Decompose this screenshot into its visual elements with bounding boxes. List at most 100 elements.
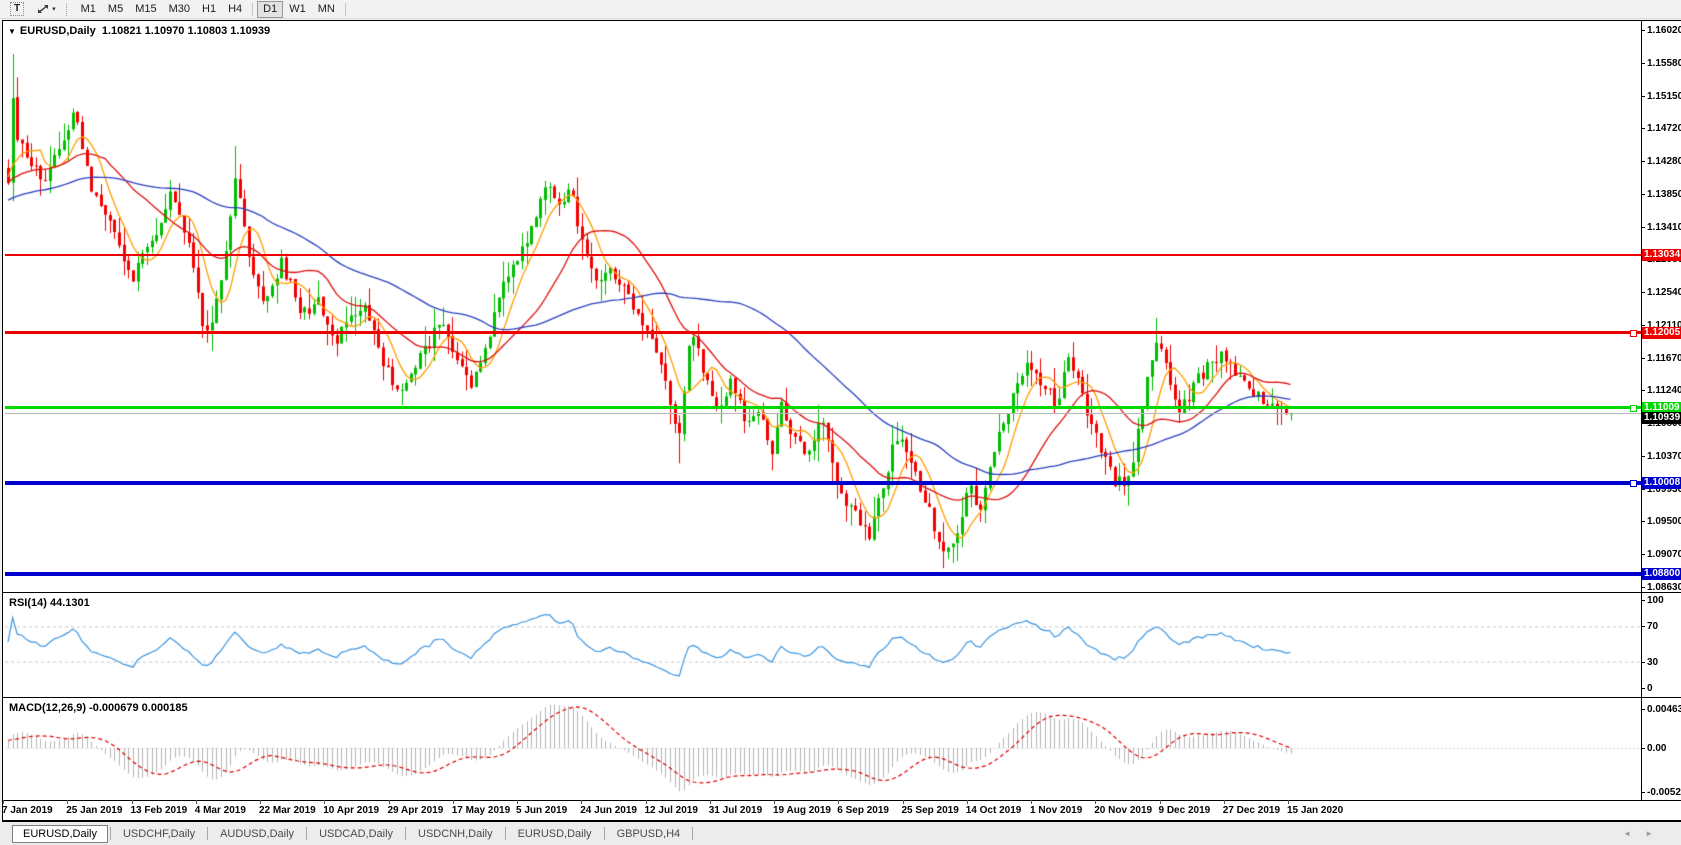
price-badge-1.08800: 1.08800	[1642, 568, 1681, 581]
date-tick	[452, 800, 454, 804]
price-tick-label: 1.11240	[1647, 385, 1681, 397]
tab-separator	[504, 827, 506, 840]
price-chart-canvas[interactable]	[5, 22, 1641, 800]
tab-separator	[207, 827, 209, 840]
price-badge-1.12005: 1.12005	[1642, 326, 1681, 339]
chart-frame-left	[2, 20, 3, 821]
date-tick	[1288, 800, 1289, 804]
hline-1.10008[interactable]	[5, 481, 1641, 485]
macd-tick	[1641, 748, 1645, 749]
date-tick	[1031, 800, 1032, 804]
hline-handle-1.12005[interactable]	[1630, 329, 1637, 337]
macd-tick-label: 0.00463	[1647, 704, 1681, 716]
date-axis-label: 25 Sep 2019	[901, 805, 959, 816]
price-tick	[1641, 30, 1645, 31]
tab-usdcad-daily[interactable]: USDCAD,Daily	[309, 826, 403, 842]
tf-m30-button[interactable]: M30	[163, 1, 196, 18]
toolbar-separator	[344, 2, 346, 16]
price-tick-label: 1.11670	[1647, 352, 1681, 364]
date-tick	[3, 800, 4, 804]
price-tick-label: 1.09070	[1647, 548, 1681, 560]
price-tick-label: 1.16020	[1647, 25, 1681, 36]
chart-frame-bottom	[2, 820, 1681, 822]
date-axis-label: 7 Jan 2019	[2, 805, 53, 816]
chart-title: ▼ EURUSD,Daily 1.10821 1.10970 1.10803 1.…	[8, 25, 270, 37]
rsi-tick-label: 100	[1647, 595, 1664, 606]
hline-handle-1.10008[interactable]	[1630, 480, 1637, 488]
hline-1.13034[interactable]	[5, 254, 1641, 256]
hline-handle-1.11009[interactable]	[1630, 404, 1637, 412]
tf-d1-button[interactable]: D1	[257, 0, 284, 18]
rsi-label: RSI(14) 44.1301	[9, 597, 90, 609]
macd-tick-label: -0.00529	[1647, 787, 1681, 799]
tf-mn-button[interactable]: MN	[312, 1, 341, 18]
hline-1.11009[interactable]	[5, 406, 1641, 409]
tab-gbpusd-h4[interactable]: GBPUSD,H4	[607, 826, 691, 842]
date-axis-label: 22 Mar 2019	[259, 805, 316, 816]
macd-tick	[1641, 709, 1645, 711]
price-tick	[1641, 489, 1645, 490]
date-axis-separator	[3, 800, 1681, 801]
date-axis-label: 9 Dec 2019	[1158, 805, 1211, 816]
tab-audusd-daily[interactable]: AUDUSD,Daily	[210, 826, 304, 842]
rsi-tick	[1641, 661, 1645, 663]
toolbar-grip	[65, 2, 69, 16]
date-axis-label: 14 Oct 2019	[965, 805, 1022, 816]
date-tick	[131, 800, 133, 804]
price-tick	[1641, 553, 1645, 555]
tf-w1-button[interactable]: W1	[283, 1, 312, 18]
rsi-tick	[1641, 626, 1645, 628]
tf-m5-button[interactable]: M5	[102, 1, 129, 18]
date-axis-label: 6 Sep 2019	[837, 805, 889, 816]
price-tick	[1641, 95, 1645, 97]
tab-eurusd-daily-2[interactable]: EURUSD,Daily	[508, 826, 602, 842]
date-axis-label: 12 Jul 2019	[644, 805, 698, 816]
tab-scroll-left-icon[interactable]: ◄	[1623, 829, 1645, 838]
tab-usdcnh-daily[interactable]: USDCNH,Daily	[408, 826, 503, 842]
tab-separator	[603, 827, 605, 840]
date-axis-label: 24 Jun 2019	[580, 805, 637, 816]
date-tick	[581, 800, 583, 804]
price-tick	[1641, 63, 1645, 65]
price-tick-label: 1.10370	[1647, 450, 1681, 462]
date-tick	[966, 800, 968, 804]
date-axis-label: 1 Nov 2019	[1030, 805, 1083, 816]
hline-1.08800[interactable]	[5, 572, 1641, 576]
price-tick	[1641, 127, 1645, 129]
tab-scroll-right-icon[interactable]: ►	[1645, 829, 1667, 838]
hline-1.12005[interactable]	[5, 331, 1641, 334]
tf-m1-button[interactable]: M1	[75, 1, 102, 18]
text-tool-icon: T	[10, 2, 25, 16]
price-tick-label: 1.13410	[1647, 221, 1681, 233]
collapse-arrow-icon[interactable]: ▼	[8, 27, 16, 36]
text-tool-button[interactable]: T	[4, 1, 30, 18]
symbol-arrows-button[interactable]: ▾	[30, 1, 62, 18]
price-tick-label: 1.12540	[1647, 287, 1681, 299]
tab-usdchf-daily[interactable]: USDCHF,Daily	[113, 826, 205, 842]
price-tick	[1641, 455, 1645, 457]
price-tick-label: 1.15150	[1647, 90, 1681, 102]
date-axis-label: 5 Jun 2019	[516, 805, 568, 816]
tf-h1-button[interactable]: H1	[196, 1, 222, 18]
date-axis-label: 13 Feb 2019	[130, 805, 188, 816]
date-axis-label: 17 May 2019	[451, 805, 511, 816]
date-tick	[388, 800, 390, 804]
price-tick-label: 1.14720	[1647, 122, 1681, 134]
date-tick	[1223, 800, 1225, 804]
tab-separator	[306, 827, 308, 840]
date-tick	[645, 800, 647, 804]
toolbar-separator	[252, 2, 254, 16]
date-tick	[838, 800, 840, 804]
tab-separator	[692, 827, 694, 840]
tf-m15-button[interactable]: M15	[129, 1, 162, 18]
price-tick	[1641, 324, 1645, 326]
price-tick	[1641, 521, 1645, 523]
mt4-terminal: T ▾ M1 M5 M15 M30 H1 H4 D1 W1 MN ▼ EURUS…	[0, 0, 1681, 845]
rsi-panel-separator[interactable]	[3, 592, 1681, 593]
price-tick	[1641, 193, 1645, 195]
macd-panel-separator[interactable]	[3, 697, 1681, 698]
price-tick-label: 1.09500	[1647, 516, 1681, 528]
tab-eurusd-daily[interactable]: EURUSD,Daily	[12, 825, 108, 843]
chart-ohlc-readout: 1.10821 1.10970 1.10803 1.10939	[101, 25, 271, 37]
tf-h4-button[interactable]: H4	[222, 1, 248, 18]
